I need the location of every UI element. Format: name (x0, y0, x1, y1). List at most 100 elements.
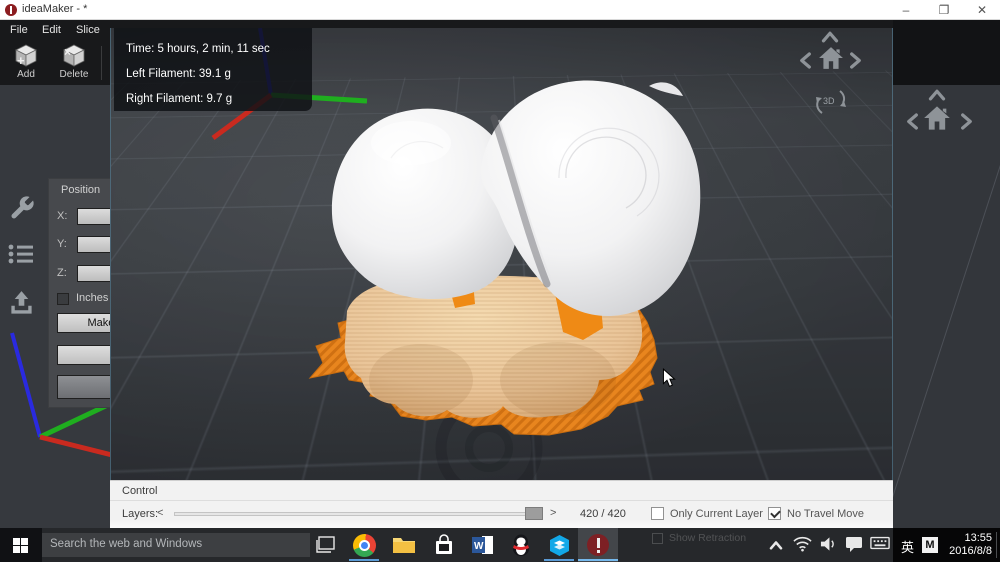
left-filament: Left Filament: 39.1 g (126, 62, 312, 87)
right-filament: Right Filament: 9.7 g (126, 87, 312, 112)
windows-taskbar: Show Retraction Search the web and Windo… (0, 528, 1000, 562)
panel-button-2[interactable] (57, 345, 110, 365)
ideamaker-icon (587, 534, 609, 556)
layer-slider-handle[interactable] (525, 507, 543, 520)
menu-file[interactable]: File (10, 22, 28, 39)
layers-label: Layers: (122, 508, 158, 520)
layer-slider-track[interactable] (174, 512, 540, 516)
rotate-3d-label: 3D (823, 96, 835, 106)
view-nav-widget: 3D (791, 30, 871, 145)
home-view-button[interactable] (818, 45, 844, 71)
app-logo-icon (5, 4, 17, 16)
close-button[interactable]: ✕ (968, 2, 996, 18)
layer-control-bar: Control Layers: < > 420 / 420 Only Curre… (110, 480, 893, 528)
title-bar: ideaMaker - * – ❐ ✕ (0, 0, 1000, 20)
qq-penguin-icon (511, 534, 531, 557)
folder-icon (392, 535, 416, 555)
ghost-show-retraction: Show Retraction (652, 532, 746, 544)
delete-label: Delete (52, 69, 96, 80)
view-up-button-2[interactable] (927, 88, 947, 101)
make-center-button[interactable]: Make Center (57, 313, 110, 333)
x-label: X: (57, 210, 67, 222)
minimize-button[interactable]: – (892, 2, 920, 18)
add-label: Add (4, 69, 48, 80)
svg-text:×: × (64, 45, 71, 59)
panel-button-3[interactable] (57, 375, 110, 399)
task-view-icon (315, 536, 335, 554)
delete-cube-icon: × (61, 42, 87, 68)
taskbar-explorer[interactable] (385, 528, 423, 562)
no-travel-move-label: No Travel Move (787, 508, 864, 520)
svg-text:W: W (474, 541, 484, 552)
settings-wrench-icon[interactable] (8, 194, 36, 227)
ime-language-indicator[interactable]: 英 (901, 537, 914, 556)
add-button[interactable]: + Add (4, 42, 48, 84)
taskbar-chrome[interactable] (345, 528, 383, 562)
menu-edit[interactable]: Edit (42, 22, 61, 39)
add-cube-icon: + (13, 42, 39, 68)
taskbar-word[interactable]: W (464, 528, 502, 562)
start-button[interactable] (0, 528, 42, 562)
wifi-icon[interactable] (793, 536, 812, 552)
layer-prev-button[interactable]: < (157, 507, 163, 519)
taskbar-search[interactable]: Search the web and Windows (42, 533, 310, 557)
chrome-icon (353, 534, 376, 557)
view-up-button[interactable] (820, 30, 840, 43)
view-nav-widget-secondary (897, 88, 987, 158)
taskbar-tim[interactable] (540, 528, 578, 562)
tim-icon (548, 534, 571, 557)
y-label: Y: (57, 238, 67, 250)
word-icon: W (471, 534, 495, 556)
delete-button[interactable]: × Delete (52, 42, 96, 84)
maximize-button[interactable]: ❐ (930, 2, 958, 18)
position-panel-title: Position (61, 184, 100, 196)
only-current-layer-label: Only Current Layer (670, 508, 763, 520)
list-icon[interactable] (8, 243, 34, 270)
x-input[interactable]: 0.00 (77, 208, 110, 225)
menu-slice[interactable]: Slice (76, 22, 100, 39)
export-upload-icon[interactable] (8, 290, 35, 322)
z-label: Z: (57, 267, 67, 279)
view-right-button-2[interactable] (961, 112, 974, 132)
view-left-button[interactable] (799, 51, 812, 71)
view-right-button[interactable] (850, 51, 863, 71)
taskbar-ideamaker[interactable] (578, 528, 618, 562)
mouse-cursor (662, 368, 676, 388)
only-current-layer-checkbox[interactable] (651, 507, 664, 520)
svg-text:+: + (17, 53, 25, 68)
show-desktop-button[interactable] (996, 532, 997, 558)
toolbar-separator (101, 46, 102, 80)
position-panel: Position X: 0.00 Y: 0.00 Z: 31.2 Inches … (48, 178, 110, 408)
running-indicator-ideamaker (578, 559, 618, 561)
running-indicator-tim (544, 559, 574, 561)
ghost-checkbox (652, 533, 663, 544)
action-center-icon[interactable] (845, 536, 863, 553)
tray-expand-icon[interactable] (768, 540, 784, 550)
control-title: Control (122, 485, 157, 497)
ideamaker-window: ideaMaker - * – ❐ ✕ File Edit Slice + Ad… (0, 0, 1000, 562)
window-title: ideaMaker - * (22, 3, 87, 15)
speaker-icon[interactable] (820, 536, 837, 552)
print-info-overlay: Time: 5 hours, 2 min, 11 sec Left Filame… (114, 28, 312, 111)
tray-time: 13:55 (938, 532, 992, 545)
touch-keyboard-icon[interactable] (870, 536, 890, 550)
home-view-button-2[interactable] (923, 104, 951, 132)
y-input[interactable]: 0.00 (77, 236, 110, 253)
clock[interactable]: 13:55 2016/8/8 (938, 532, 992, 558)
ime-mode-indicator[interactable]: M (922, 537, 938, 553)
search-placeholder: Search the web and Windows (50, 538, 202, 550)
windows-logo-icon (13, 538, 28, 553)
viewport-3d[interactable]: Time: 5 hours, 2 min, 11 sec Left Filame… (110, 28, 893, 480)
z-input[interactable]: 31.2 (77, 265, 110, 282)
running-indicator-chrome (349, 559, 379, 561)
inches-checkbox[interactable] (57, 293, 69, 305)
taskbar-store[interactable] (425, 528, 463, 562)
control-separator (110, 500, 893, 501)
taskbar-qq[interactable] (502, 528, 540, 562)
right-header-band (893, 20, 1000, 85)
view-left-button-2[interactable] (906, 112, 919, 132)
layer-next-button[interactable]: > (550, 507, 556, 519)
task-view-button[interactable] (306, 528, 344, 562)
no-travel-move-checkbox[interactable] (768, 507, 781, 520)
layer-counter: 420 / 420 (580, 508, 626, 520)
